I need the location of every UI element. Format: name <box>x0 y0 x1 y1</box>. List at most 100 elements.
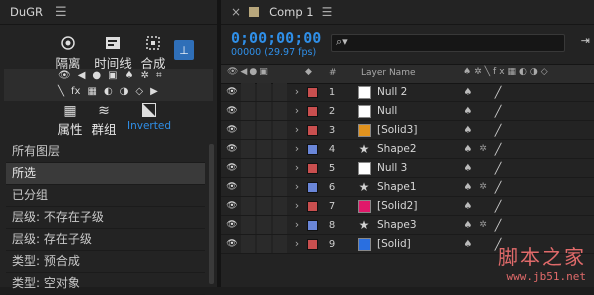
inverted-toggle[interactable]: Inverted <box>124 103 174 132</box>
solo-cell[interactable] <box>257 140 271 158</box>
layer-name[interactable]: Shape1 <box>377 178 417 196</box>
adjustment-icon[interactable]: ◑ <box>120 86 129 97</box>
quality-switch-icon[interactable]: ╱ <box>491 121 505 139</box>
label-color[interactable] <box>305 178 319 196</box>
list-item-selected[interactable]: 所选 <box>6 163 205 185</box>
collapse-switch-icon[interactable]: ✲ <box>477 140 489 158</box>
lock-cell[interactable] <box>273 216 287 234</box>
quality-switch-icon[interactable]: ╱ <box>491 178 505 196</box>
speaker-icon[interactable]: ◀ <box>78 70 86 81</box>
eye-icon[interactable]: 👁 <box>225 83 239 101</box>
audio-cell[interactable] <box>241 216 255 234</box>
lock-cell[interactable] <box>273 83 287 101</box>
timeline-button[interactable]: 时间线 <box>91 33 135 72</box>
eye-icon[interactable]: 👁 <box>58 70 71 81</box>
shy-switch-icon[interactable]: ♠ <box>461 235 475 253</box>
quality-switch-icon[interactable]: ╱ <box>491 83 505 101</box>
label-color[interactable] <box>305 83 319 101</box>
quality-switch-icon[interactable]: ╱ <box>491 140 505 158</box>
list-item[interactable]: 已分组 <box>6 185 205 207</box>
expand-arrow-icon[interactable]: › <box>291 216 303 234</box>
play-icon[interactable]: ▶ <box>150 86 158 97</box>
layer-name[interactable]: [Solid2] <box>377 197 417 215</box>
label-color[interactable] <box>305 197 319 215</box>
solo-cell[interactable] <box>257 83 271 101</box>
expand-arrow-icon[interactable]: › <box>291 178 303 196</box>
layer-row[interactable]: 👁 › 5 Null 3 ♠ ╱ <box>221 159 594 178</box>
eye-icon[interactable]: 👁 <box>225 121 239 139</box>
lock-cell[interactable] <box>273 197 287 215</box>
lock-cell[interactable] <box>273 235 287 253</box>
shy-switch-icon[interactable]: ♠ <box>461 178 475 196</box>
shy-switch-icon[interactable]: ♠ <box>461 140 475 158</box>
layer-name[interactable]: Shape2 <box>377 140 417 158</box>
solo-cell[interactable] <box>257 216 271 234</box>
audio-cell[interactable] <box>241 159 255 177</box>
comp-flow-icon[interactable]: ⇥ <box>581 34 590 47</box>
audio-cell[interactable] <box>241 235 255 253</box>
list-item[interactable]: 层级: 存在子级 <box>6 229 205 251</box>
label-color[interactable] <box>305 121 319 139</box>
audio-cell[interactable] <box>241 178 255 196</box>
solo-cell[interactable] <box>257 102 271 120</box>
audio-cell[interactable] <box>241 83 255 101</box>
list-item[interactable]: 类型: 空对象 <box>6 273 205 295</box>
motion-blur-icon[interactable]: ◐ <box>104 86 113 97</box>
eye-icon[interactable]: 👁 <box>225 216 239 234</box>
quality-icon[interactable]: ╲ <box>58 86 64 97</box>
expand-arrow-icon[interactable]: › <box>291 159 303 177</box>
layer-row[interactable]: 👁 › 7 [Solid2] ♠ ╱ <box>221 197 594 216</box>
layer-name[interactable]: Null 3 <box>377 159 407 177</box>
lock-cell[interactable] <box>273 102 287 120</box>
expand-arrow-icon[interactable]: › <box>291 83 303 101</box>
solo-cell[interactable] <box>257 235 271 253</box>
fx-icon[interactable]: fx <box>71 86 80 97</box>
list-item[interactable]: 所有图层 <box>6 141 205 163</box>
layer-name[interactable]: Null <box>377 102 397 120</box>
search-input[interactable]: ⌕▾ <box>331 34 565 52</box>
expand-arrow-icon[interactable]: › <box>291 102 303 120</box>
layer-name[interactable]: [Solid3] <box>377 121 417 139</box>
layer-row[interactable]: 👁 › 8 ★ Shape3 ♠ ✲ ╱ <box>221 216 594 235</box>
layer-row[interactable]: 👁 › 2 Null ♠ ╱ <box>221 102 594 121</box>
layer-name[interactable]: Shape3 <box>377 216 417 234</box>
label-color[interactable] <box>305 140 319 158</box>
lock-cell[interactable] <box>273 140 287 158</box>
pin-button[interactable]: ⊥ <box>174 40 194 60</box>
layer-row[interactable]: 👁 › 1 Null 2 ♠ ╱ <box>221 83 594 102</box>
quality-switch-icon[interactable]: ╱ <box>491 159 505 177</box>
layer-row[interactable]: 👁 › 6 ★ Shape1 ♠ ✲ ╱ <box>221 178 594 197</box>
eye-icon[interactable]: 👁 <box>225 102 239 120</box>
comp-tab-title[interactable]: Comp 1 <box>269 5 314 19</box>
audio-cell[interactable] <box>241 140 255 158</box>
list-item[interactable]: 类型: 预合成 <box>6 251 205 273</box>
solo-cell[interactable] <box>257 159 271 177</box>
isolate-button[interactable]: 隔离 <box>49 33 87 72</box>
grid-icon[interactable]: ⌗ <box>156 70 162 81</box>
lock-cell[interactable] <box>273 159 287 177</box>
shy-switch-icon[interactable]: ♠ <box>461 216 475 234</box>
collapse-switch-icon[interactable]: ✲ <box>477 178 489 196</box>
shy-switch-icon[interactable]: ♠ <box>461 197 475 215</box>
list-item[interactable]: 层级: 不存在子级 <box>6 207 205 229</box>
expand-arrow-icon[interactable]: › <box>291 197 303 215</box>
timecode[interactable]: 0;00;00;00 <box>231 29 321 47</box>
expand-arrow-icon[interactable]: › <box>291 121 303 139</box>
layer-name[interactable]: Null 2 <box>377 83 407 101</box>
label-color[interactable] <box>305 216 319 234</box>
collapse-switch-icon[interactable]: ✲ <box>477 216 489 234</box>
close-icon[interactable]: × <box>231 5 241 19</box>
solo-cell[interactable] <box>257 121 271 139</box>
eye-icon[interactable]: 👁 <box>225 235 239 253</box>
layer-row[interactable]: 👁 › 3 [Solid3] ♠ ╱ <box>221 121 594 140</box>
label-color[interactable] <box>305 159 319 177</box>
lock-icon[interactable]: ▣ <box>108 70 117 81</box>
tab-properties[interactable]: ▦ 属性 <box>55 103 85 138</box>
shy-switch-icon[interactable]: ♠ <box>461 159 475 177</box>
solo-cell[interactable] <box>257 197 271 215</box>
shy-switch-icon[interactable]: ♠ <box>461 102 475 120</box>
quality-switch-icon[interactable]: ╱ <box>491 216 505 234</box>
eye-icon[interactable]: 👁 <box>225 178 239 196</box>
label-color[interactable] <box>305 102 319 120</box>
shy-switch-icon[interactable]: ♠ <box>461 83 475 101</box>
